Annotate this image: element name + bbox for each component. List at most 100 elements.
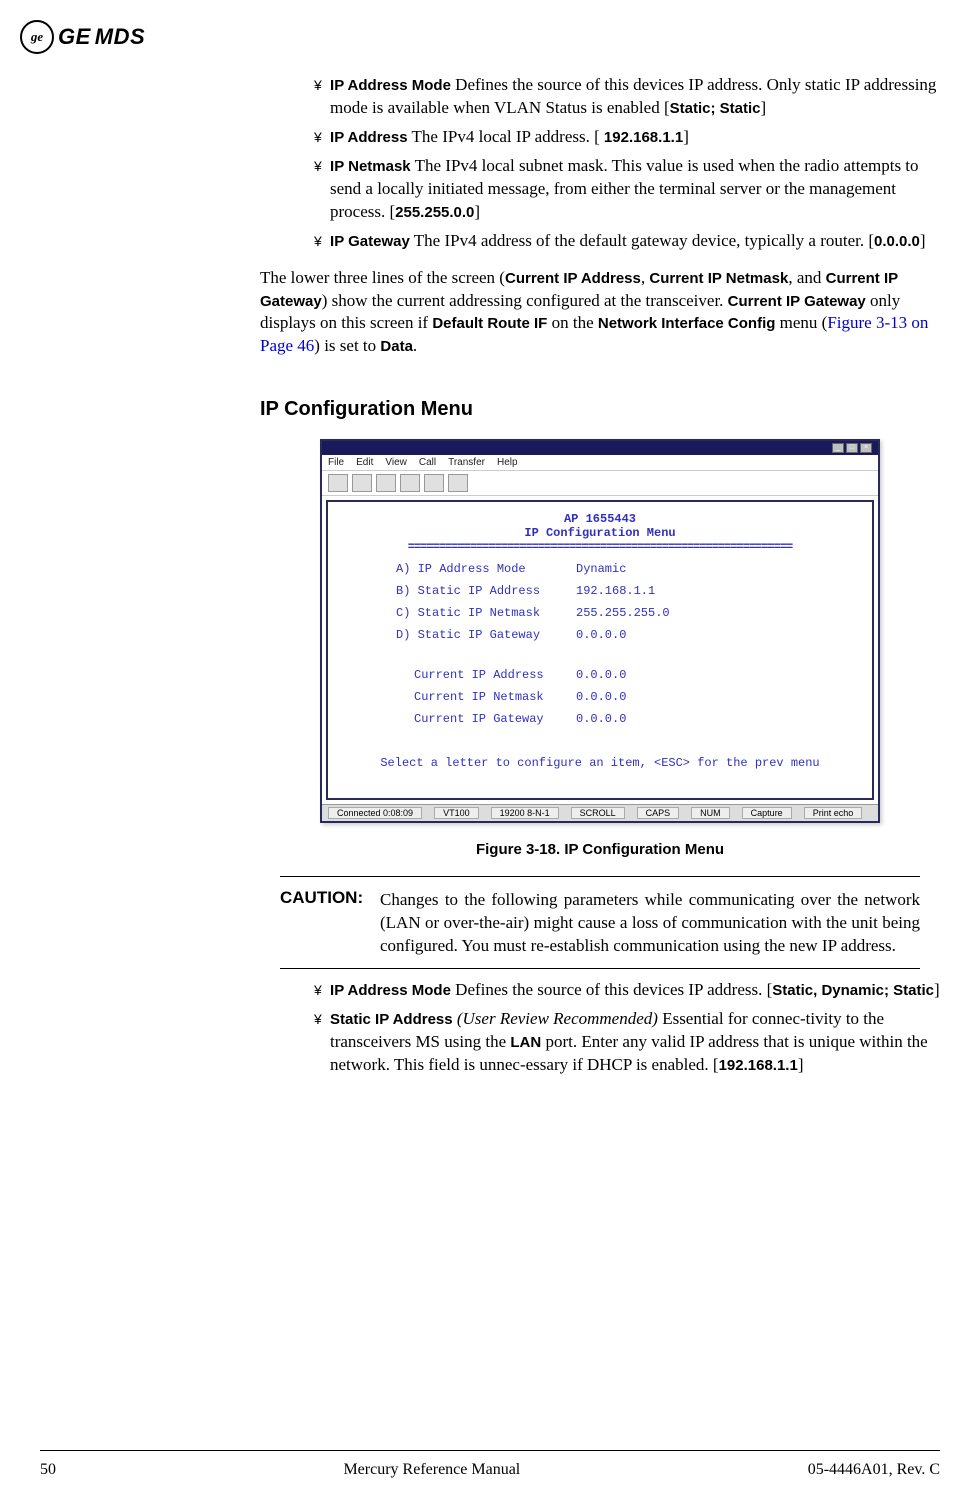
t: ) is set to	[314, 336, 380, 355]
term-heading-1: AP 1655443	[336, 512, 864, 526]
text: Defines the source of this device	[455, 980, 677, 999]
status-item: CAPS	[637, 807, 680, 819]
label: IP Address	[330, 129, 408, 146]
brand-ge: GE	[58, 24, 91, 50]
bullet-ip-address-mode-b: ¥ IP Address Mode Defines the source of …	[260, 979, 940, 1002]
term-key: A) IP Address Mode	[336, 562, 576, 576]
toolbar-button-icon[interactable]	[376, 474, 396, 492]
term-footer-msg: Select a letter to configure an item, <E…	[336, 756, 864, 770]
toolbar-button-icon[interactable]	[328, 474, 348, 492]
t: Current IP Netmask	[649, 270, 788, 287]
label: IP Netmask	[330, 158, 411, 175]
term-val: 255.255.255.0	[576, 606, 670, 620]
t: Current IP Gateway	[728, 293, 866, 310]
menu-file[interactable]: File	[328, 457, 344, 468]
t: Network Interface Config	[598, 315, 776, 332]
t: , and	[788, 268, 825, 287]
value: 192.168.1.1	[719, 1057, 798, 1074]
label: IP Address Mode	[330, 982, 451, 999]
term-row: B) Static IP Address192.168.1.1	[336, 584, 864, 598]
text: The IPv4 local IP address. [	[412, 127, 600, 146]
bullet-ip-netmask: ¥ IP Netmask The IPv4 local subnet mask.…	[260, 155, 940, 224]
minimize-icon[interactable]: _	[832, 443, 844, 453]
bullet-marker: ¥	[314, 158, 322, 174]
footer-divider	[40, 1450, 940, 1451]
caution-text: Changes to the following parameters whil…	[380, 889, 920, 958]
terminal-menu-bar: File Edit View Call Transfer Help	[322, 455, 878, 471]
label: IP Address Mode	[330, 77, 451, 94]
term-key: B) Static IP Address	[336, 584, 576, 598]
toolbar-button-icon[interactable]	[400, 474, 420, 492]
bullet-marker: ¥	[314, 233, 322, 249]
term-val: 192.168.1.1	[576, 584, 655, 598]
close-icon[interactable]: ×	[860, 443, 872, 453]
term-key: C) Static IP Netmask	[336, 606, 576, 620]
term-row: Current IP Netmask0.0.0.0	[336, 690, 864, 704]
divider	[280, 876, 920, 877]
term-row: Current IP Gateway0.0.0.0	[336, 712, 864, 726]
page-content: ¥ IP Address Mode Defines the source of …	[260, 74, 940, 1077]
close: ]	[760, 98, 766, 117]
toolbar-button-icon[interactable]	[448, 474, 468, 492]
t: ) show the current addressing configured…	[322, 291, 728, 310]
status-item: Connected 0:08:09	[328, 807, 422, 819]
window-controls: _ □ ×	[832, 443, 872, 453]
bullet-ip-address-mode: ¥ IP Address Mode Defines the source of …	[260, 74, 940, 120]
term-val: 0.0.0.0	[576, 712, 626, 726]
terminal-toolbar	[322, 471, 878, 496]
term-val: 0.0.0.0	[576, 668, 626, 682]
terminal-screen: AP 1655443 IP Configuration Menu =======…	[326, 500, 874, 800]
divider	[280, 968, 920, 969]
term-key: Current IP Gateway	[336, 712, 576, 726]
terminal-window: _ □ × File Edit View Call Transfer Help …	[320, 439, 880, 823]
footer-doc-num: 05-4446A01, Rev. C	[808, 1461, 940, 1479]
terminal-title-bar: _ □ ×	[322, 441, 878, 455]
status-item: VT100	[434, 807, 479, 819]
term-key: Current IP Address	[336, 668, 576, 682]
close: ]	[683, 127, 689, 146]
label: Static IP Address	[330, 1011, 453, 1028]
bullet-static-ip-address: ¥ Static IP Address (User Review Recomme…	[260, 1008, 940, 1077]
menu-view[interactable]: View	[385, 457, 407, 468]
menu-edit[interactable]: Edit	[356, 457, 373, 468]
footer-title: Mercury Reference Manual	[343, 1461, 520, 1479]
ge-logo-icon: ge	[20, 20, 54, 54]
brand-mds: MDS	[95, 24, 145, 50]
text: s IP address. [	[678, 980, 773, 999]
close: ]	[798, 1055, 804, 1074]
maximize-icon[interactable]: □	[846, 443, 858, 453]
status-item: NUM	[691, 807, 730, 819]
label: IP Gateway	[330, 233, 410, 250]
menu-call[interactable]: Call	[419, 457, 436, 468]
bullet-ip-gateway: ¥ IP Gateway The IPv4 address of the def…	[260, 230, 940, 253]
t: The lower three lines of the screen (	[260, 268, 505, 287]
value: Static; Static	[670, 100, 761, 117]
term-key: D) Static IP Gateway	[336, 628, 576, 642]
close: ]	[920, 231, 926, 250]
term-row: A) IP Address ModeDynamic	[336, 562, 864, 576]
mid-paragraph: The lower three lines of the screen (Cur…	[260, 267, 940, 359]
caution-block: CAUTION: Changes to the following parame…	[280, 887, 920, 958]
t: menu (	[775, 313, 827, 332]
bullet-marker: ¥	[314, 129, 322, 145]
close: ]	[934, 980, 940, 999]
status-item: SCROLL	[571, 807, 625, 819]
terminal-status-bar: Connected 0:08:09 VT100 19200 8-N-1 SCRO…	[322, 804, 878, 821]
term-val: Dynamic	[576, 562, 626, 576]
menu-help[interactable]: Help	[497, 457, 518, 468]
status-item: Print echo	[804, 807, 863, 819]
toolbar-button-icon[interactable]	[424, 474, 444, 492]
t: Current IP Address	[505, 270, 641, 287]
term-row: D) Static IP Gateway0.0.0.0	[336, 628, 864, 642]
menu-transfer[interactable]: Transfer	[448, 457, 485, 468]
term-row: C) Static IP Netmask255.255.255.0	[336, 606, 864, 620]
term-val: 0.0.0.0	[576, 628, 626, 642]
toolbar-button-icon[interactable]	[352, 474, 372, 492]
t: Data	[380, 338, 413, 355]
bullet-ip-address: ¥ IP Address The IPv4 local IP address. …	[260, 126, 940, 149]
term-heading-2: IP Configuration Menu	[336, 526, 864, 540]
page-header: ge GE MDS	[0, 0, 980, 54]
section-heading: IP Configuration Menu	[260, 398, 940, 421]
caution-label: CAUTION:	[280, 888, 363, 907]
value: 255.255.0.0	[395, 204, 474, 221]
